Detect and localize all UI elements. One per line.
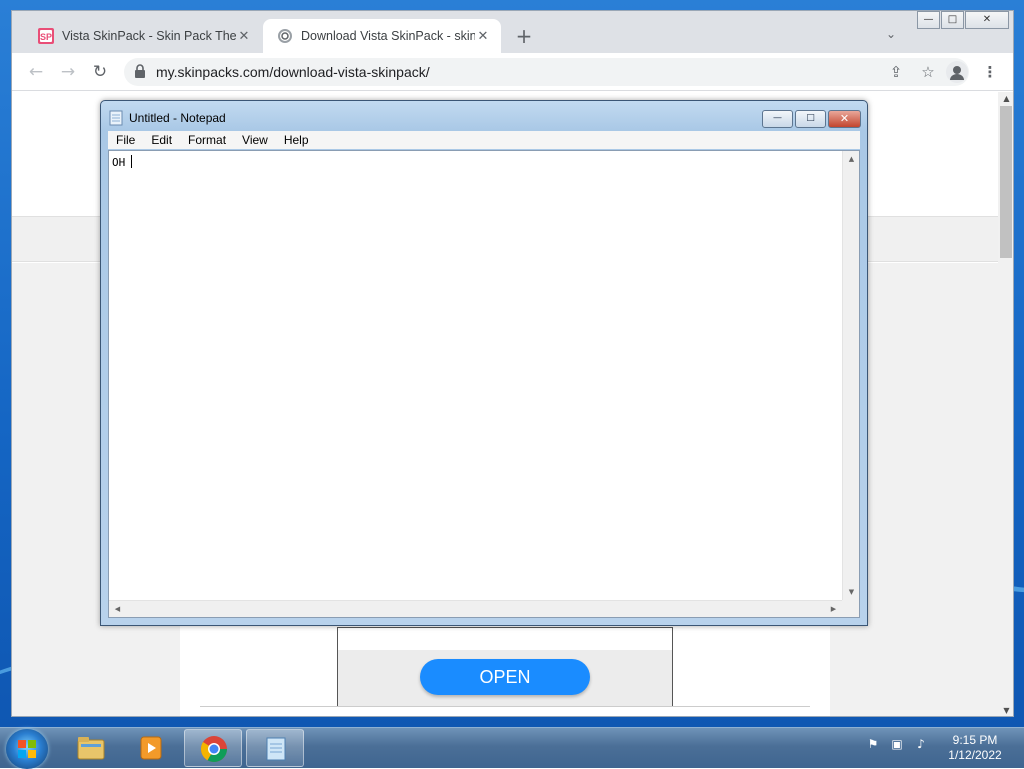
notepad-text: OH (112, 156, 126, 169)
tab-close-icon[interactable]: ✕ (236, 28, 252, 44)
kebab-menu-icon[interactable]: ⋮ (980, 62, 1000, 82)
reload-icon[interactable]: ↻ (88, 61, 112, 83)
system-tray: ⚑ ▣ ♪ (864, 735, 930, 761)
notepad-menubar: File Edit Format View Help (108, 131, 860, 149)
new-tab-button[interactable]: + (512, 25, 536, 49)
clock-time: 9:15 PM (952, 733, 998, 747)
notepad-content: OH (112, 155, 133, 169)
window-maximize-button[interactable]: □ (941, 11, 964, 29)
tab-search-button[interactable]: ⌄ (886, 27, 896, 41)
notepad-horizontal-scrollbar[interactable]: ◀ ▶ (109, 600, 842, 617)
share-icon[interactable]: ⇪ (886, 62, 906, 82)
forward-arrow-icon[interactable]: → (56, 61, 80, 83)
volume-icon[interactable]: ♪ (912, 735, 930, 753)
notepad-icon (109, 110, 123, 126)
skinpack-logo-icon: SP (38, 28, 54, 44)
scroll-down-arrow-icon[interactable]: ▼ (998, 704, 1013, 716)
notepad-titlebar[interactable]: Untitled - Notepad (109, 109, 226, 127)
browser-toolbar: ← → ↻ my.skinpacks.com/download-vista-sk… (12, 53, 1013, 91)
taskbar-notepad[interactable] (246, 729, 304, 767)
windows-logo-icon (18, 740, 36, 758)
network-icon[interactable]: ▣ (888, 735, 906, 753)
taskbar: ⚑ ▣ ♪ 9:15 PM 1/12/2022 (0, 727, 1024, 769)
tab-title: Download Vista SkinPack - skinpack (301, 29, 475, 43)
notepad-window: Untitled - Notepad — □ ✕ File Edit Forma… (100, 100, 868, 626)
clock[interactable]: 9:15 PM 1/12/2022 (940, 733, 1010, 763)
resize-grip-icon[interactable] (842, 600, 859, 617)
url-text: my.skinpacks.com/download-vista-skinpack… (156, 64, 430, 80)
lock-icon (135, 64, 145, 78)
notepad-text-area[interactable]: OH ▲ ▼ ◀ ▶ (108, 150, 860, 618)
loading-spinner-icon (278, 29, 292, 43)
taskbar-explorer[interactable] (62, 729, 120, 767)
menu-help[interactable]: Help (276, 133, 317, 147)
media-player-icon (140, 736, 162, 760)
taskbar-media-player[interactable] (122, 729, 180, 767)
open-button[interactable]: OPEN (420, 659, 590, 695)
scroll-right-arrow-icon[interactable]: ▶ (825, 601, 842, 618)
divider (200, 706, 810, 707)
menu-format[interactable]: Format (180, 133, 234, 147)
bookmark-star-icon[interactable]: ☆ (918, 62, 938, 82)
tab-close-icon[interactable]: ✕ (475, 28, 491, 44)
tab-title: Vista SkinPack - Skin Pack Theme (62, 29, 236, 43)
clock-date: 1/12/2022 (948, 748, 1002, 762)
menu-file[interactable]: File (108, 133, 143, 147)
window-close-button[interactable]: ✕ (965, 11, 1009, 29)
tab-strip: SP Vista SkinPack - Skin Pack Theme ✕ Do… (12, 11, 1013, 53)
menu-view[interactable]: View (234, 133, 276, 147)
page-scrollbar[interactable]: ▲ ▼ (998, 92, 1013, 716)
tab-download-vista-skinpack[interactable]: Download Vista SkinPack - skinpack ✕ (263, 19, 501, 53)
scroll-down-arrow-icon[interactable]: ▼ (843, 584, 860, 601)
scroll-up-arrow-icon[interactable]: ▲ (843, 151, 860, 168)
menu-edit[interactable]: Edit (143, 133, 180, 147)
scroll-left-arrow-icon[interactable]: ◀ (109, 601, 126, 618)
back-arrow-icon[interactable]: ← (24, 61, 48, 83)
notepad-icon (266, 737, 286, 761)
notepad-minimize-button[interactable]: — (762, 110, 793, 128)
profile-avatar-icon[interactable] (946, 61, 968, 83)
notepad-maximize-button[interactable]: □ (795, 110, 826, 128)
text-caret (131, 155, 133, 168)
scroll-up-arrow-icon[interactable]: ▲ (998, 92, 1013, 106)
svg-text:SP: SP (40, 32, 52, 42)
action-center-warning-icon[interactable]: ⚑ (864, 735, 882, 753)
start-button[interactable] (6, 729, 48, 769)
address-bar[interactable]: my.skinpacks.com/download-vista-skinpack… (124, 58, 969, 86)
chrome-icon (200, 736, 228, 763)
scrollbar-thumb[interactable] (1000, 106, 1012, 258)
notepad-title: Untitled - Notepad (129, 111, 226, 125)
window-minimize-button[interactable]: — (917, 11, 940, 29)
explorer-folder-icon (77, 737, 105, 760)
notepad-close-button[interactable]: ✕ (828, 110, 861, 128)
taskbar-chrome[interactable] (184, 729, 242, 767)
notepad-vertical-scrollbar[interactable]: ▲ ▼ (842, 151, 859, 601)
tab-vista-skinpack[interactable]: SP Vista SkinPack - Skin Pack Theme ✕ (24, 19, 262, 53)
